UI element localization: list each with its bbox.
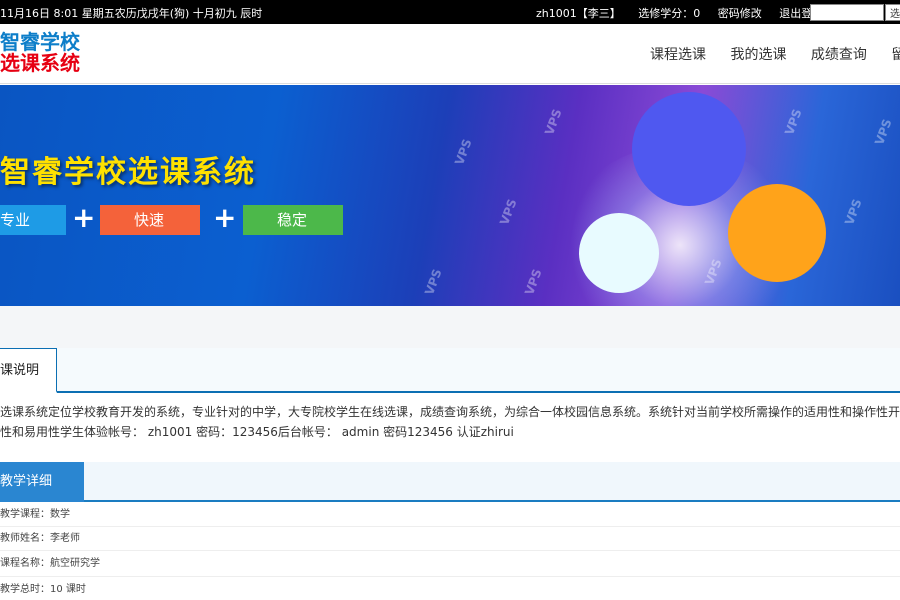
logo-line-1: 智睿学校 xyxy=(0,30,80,54)
plus-icon: + xyxy=(72,201,96,234)
banner-watermark: VPS xyxy=(782,107,805,137)
nav-course-selection[interactable]: 课程选课 xyxy=(650,47,706,63)
user-bar: zh1001【李三】 选修学分：0 密码修改 退出登陆 xyxy=(536,5,837,21)
detail-row-course-name: 课程名称：航空研究学 xyxy=(0,551,900,577)
nav-grades[interactable]: 成绩查询 xyxy=(811,47,867,63)
decor-circle-orange xyxy=(728,184,826,282)
banner-watermark: VPS xyxy=(497,197,520,227)
credits-display: 选修学分：0 xyxy=(638,7,701,20)
intro-line: 性和易用性学生体验帐号： zh1001 密码：123456后台帐号： admin… xyxy=(0,425,514,439)
tab-intro[interactable]: 课说明 xyxy=(0,348,57,393)
banner-tag-professional: 专业 xyxy=(0,205,66,235)
detail-row-teacher: 教师姓名：李老师 xyxy=(0,527,900,551)
plus-icon: + xyxy=(213,201,237,234)
banner-tag-fast: 快速 xyxy=(100,205,200,235)
banner-tag-stable: 稳定 xyxy=(243,205,343,235)
search-button[interactable]: 选课 xyxy=(885,4,900,21)
user-name: zh1001【李三】 xyxy=(536,7,621,20)
nav-messages[interactable]: 留言 xyxy=(891,47,900,63)
detail-tab-bar: 教学详细 xyxy=(0,462,900,502)
change-password-link[interactable]: 密码修改 xyxy=(718,7,762,20)
banner-watermark: VPS xyxy=(522,267,545,297)
detail-row-subject: 教学课程：数学 xyxy=(0,503,900,527)
decor-circle-blue xyxy=(632,92,746,206)
hero-banner: VPS VPS VPS VPS VPS VPS VPS VPS VPS VPS … xyxy=(0,85,900,306)
site-header: 智睿学校 选课系统 课程选课 我的选课 成绩查询 留言 xyxy=(0,24,900,84)
banner-title: 智睿学校选课系统 xyxy=(0,155,256,190)
site-logo[interactable]: 智睿学校 选课系统 xyxy=(0,32,80,74)
intro-tab-bar: 课说明 xyxy=(0,348,900,393)
banner-watermark: VPS xyxy=(422,267,445,297)
detail-row-total-hours: 教学总时：10 课时 xyxy=(0,577,900,600)
banner-watermark: VPS xyxy=(872,117,895,147)
tab-teaching-detail[interactable]: 教学详细 xyxy=(0,462,84,502)
main-nav: 课程选课 我的选课 成绩查询 留言 xyxy=(650,44,900,64)
detail-list: 教学课程：数学 教师姓名：李老师 课程名称：航空研究学 教学总时：10 课时 xyxy=(0,503,900,600)
section-spacer xyxy=(0,306,900,348)
top-bar: 11月16日 8:01 星期五农历戊戌年(狗) 十月初九 辰时 zh1001【李… xyxy=(0,0,900,24)
banner-watermark: VPS xyxy=(842,197,865,227)
logo-line-2: 选课系统 xyxy=(0,51,80,75)
banner-watermark: VPS xyxy=(452,137,475,167)
decor-circle-white xyxy=(579,213,659,293)
search-input[interactable] xyxy=(810,4,884,21)
banner-watermark: VPS xyxy=(542,107,565,137)
intro-line: 选课系统定位学校教育开发的系统，专业针对的中学，大专院校学生在线选课，成绩查询系… xyxy=(0,405,900,419)
date-display: 11月16日 8:01 星期五农历戊戌年(狗) 十月初九 辰时 xyxy=(0,7,263,20)
nav-my-courses[interactable]: 我的选课 xyxy=(730,47,786,63)
intro-text: 选课系统定位学校教育开发的系统，专业针对的中学，大专院校学生在线选课，成绩查询系… xyxy=(0,402,900,442)
